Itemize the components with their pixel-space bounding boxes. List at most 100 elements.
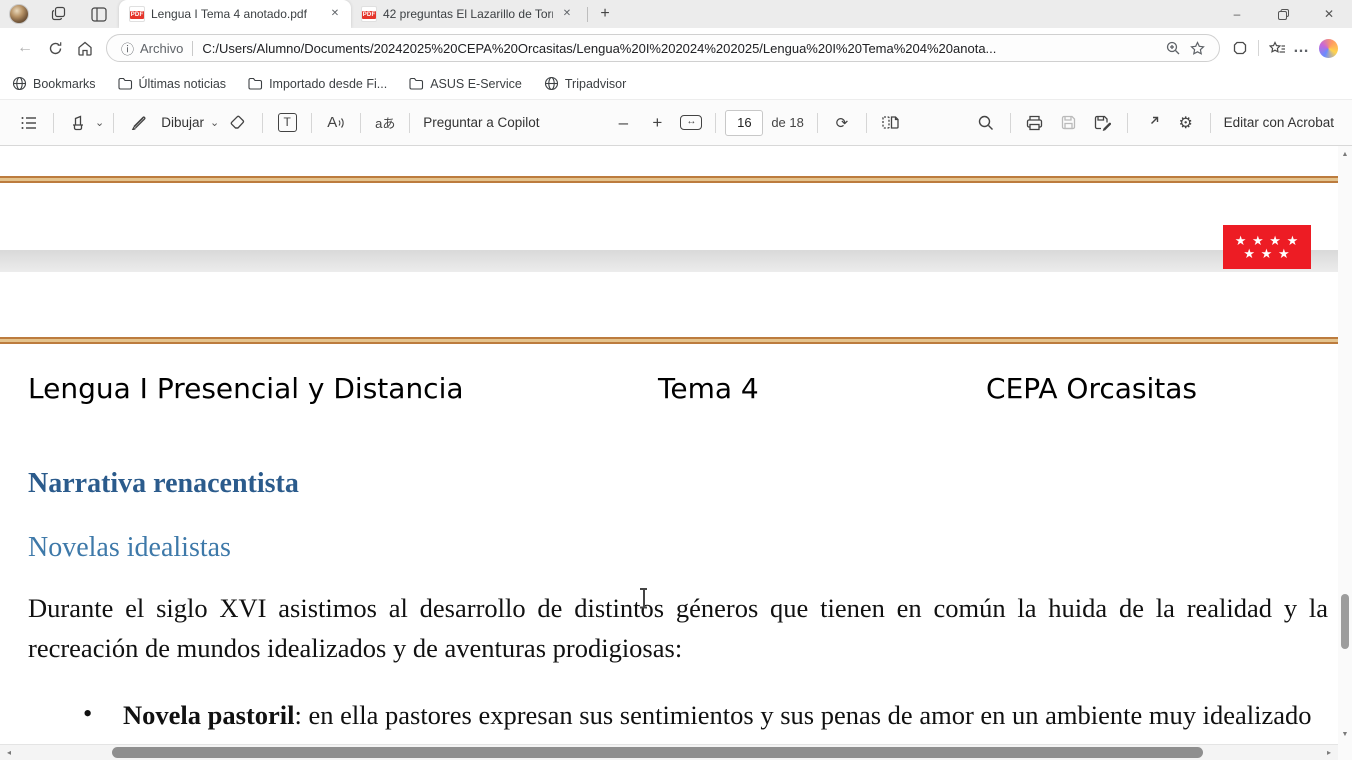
profile-avatar[interactable] [9, 4, 29, 24]
draw-dropdown-icon[interactable]: ⌄ [210, 116, 219, 129]
translate-icon[interactable]: aあ [370, 108, 400, 138]
bookmark-item[interactable]: Bookmarks [12, 76, 96, 91]
add-text-icon[interactable]: T [272, 108, 302, 138]
workspaces-icon[interactable] [46, 3, 72, 25]
scheme-label: Archivo [140, 40, 184, 56]
pdf-toolbar-left: ⌄ Dibujar ⌄ T A aあ Preguntar a Copilot [14, 108, 544, 138]
scrollbar-corner [1338, 744, 1352, 760]
bookmark-label: Importado desde Fi... [269, 76, 388, 91]
madrid-flag-logo: ★ ★ ★ ★ ★ ★ ★ [1223, 225, 1311, 269]
extension-icon[interactable] [1228, 36, 1252, 60]
url-text[interactable]: C:/Users/Alumno/Documents/20242025%20CEP… [202, 41, 1161, 56]
highlighter-icon[interactable] [63, 108, 93, 138]
browser-window: PDF Lengua I Tema 4 anotado.pdf ✕ PDF 42… [0, 0, 1352, 760]
doc-header-left: Lengua I Presencial y Distancia [28, 372, 464, 405]
bookmark-label: ASUS E-Service [430, 76, 522, 91]
fullscreen-icon[interactable] [1137, 108, 1167, 138]
save-as-icon[interactable] [1088, 108, 1118, 138]
bookmark-folder[interactable]: Últimas noticias [117, 76, 227, 91]
text-cursor-ibeam [639, 588, 648, 608]
pdf-page: Lengua I Presencial y Distancia Tema 4 C… [0, 146, 1338, 742]
refresh-icon[interactable] [40, 33, 70, 63]
read-aloud-icon[interactable]: A [321, 108, 351, 138]
zoom-page-icon[interactable] [1161, 36, 1185, 60]
print-icon[interactable] [1020, 108, 1050, 138]
minimize-button[interactable]: – [1214, 0, 1260, 28]
flag-stars-row: ★ ★ ★ [1243, 246, 1291, 261]
doc-header-right: CEPA Orcasitas [986, 372, 1197, 405]
doc-header-center: Tema 4 [658, 372, 759, 405]
scroll-right-icon[interactable]: ▸ [1322, 745, 1336, 760]
bookmark-label: Bookmarks [33, 76, 96, 91]
pdf-file-icon: PDF [361, 6, 377, 22]
pdf-content-area: Lengua I Presencial y Distancia Tema 4 C… [0, 146, 1352, 760]
edit-with-acrobat-button[interactable]: Editar con Acrobat [1220, 115, 1338, 130]
scroll-left-icon[interactable]: ◂ [2, 745, 16, 760]
eraser-icon[interactable] [223, 108, 253, 138]
save-icon[interactable] [1054, 108, 1084, 138]
page-rule-header [0, 337, 1338, 344]
bookmark-folder[interactable]: ASUS E-Service [409, 77, 522, 91]
rotate-icon[interactable]: ⟳ [827, 108, 857, 138]
tab-title: Lengua I Tema 4 anotado.pdf [151, 7, 307, 21]
draw-pen-icon[interactable] [123, 108, 153, 138]
page-gap [0, 250, 1338, 272]
page-view-icon[interactable] [876, 108, 906, 138]
vertical-scroll-thumb[interactable] [1341, 594, 1349, 649]
close-tab-icon[interactable]: ✕ [327, 6, 343, 22]
doc-paragraph: Durante el siglo XVI asistimos al desarr… [28, 593, 1328, 663]
bookmark-label: Tripadvisor [564, 76, 627, 91]
address-toolbar: ← ⓘ Archivo C:/Users/Alumno/Documents/20… [0, 28, 1352, 68]
close-tab-icon[interactable]: ✕ [559, 6, 575, 22]
fit-to-width-icon[interactable]: ↔ [676, 108, 706, 138]
doc-bullet-item: • Novela pastoril: en ella pastores expr… [28, 695, 1330, 742]
doc-heading: Narrativa renacentista [28, 468, 299, 499]
vertical-scrollbar[interactable]: ▲ ▼ [1338, 146, 1352, 760]
more-menu-icon[interactable]: … [1289, 36, 1313, 60]
home-icon[interactable] [70, 33, 100, 63]
toolbar-separator [1258, 40, 1259, 56]
pdf-toolbar: ⌄ Dibujar ⌄ T A aあ Preguntar a Copilot – [0, 100, 1352, 146]
browser-tab[interactable]: PDF 42 preguntas El Lazarillo de Torm ✕ [351, 0, 583, 28]
bookmark-label: Últimas noticias [138, 76, 227, 91]
horizontal-scrollbar[interactable]: ◂ ▸ [0, 744, 1338, 760]
page-number-input[interactable] [725, 109, 764, 136]
scroll-up-icon[interactable]: ▲ [1338, 148, 1352, 162]
favorite-star-icon[interactable] [1185, 36, 1209, 60]
settings-gear-icon[interactable]: ⚙ [1171, 108, 1201, 138]
pdf-toolbar-center: – + ↔ de 18 ⟳ [608, 108, 906, 138]
window-controls: – ✕ [1214, 0, 1352, 28]
page-rule-top [0, 176, 1338, 183]
highlighter-dropdown-icon[interactable]: ⌄ [95, 116, 104, 129]
copilot-icon[interactable] [1319, 38, 1338, 58]
tab-bar: PDF Lengua I Tema 4 anotado.pdf ✕ PDF 42… [0, 0, 1352, 28]
address-bar[interactable]: ⓘ Archivo C:/Users/Alumno/Documents/2024… [106, 34, 1220, 62]
bookmark-item[interactable]: Tripadvisor [544, 76, 626, 91]
back-icon[interactable]: ← [10, 33, 40, 63]
bookmark-folder[interactable]: Importado desde Fi... [248, 77, 387, 91]
address-right-actions: … [1228, 36, 1342, 60]
browser-tab[interactable]: PDF Lengua I Tema 4 anotado.pdf ✕ [119, 0, 351, 28]
page-total-label: de 18 [771, 115, 804, 130]
search-icon[interactable] [971, 108, 1001, 138]
bullet-marker: • [83, 698, 93, 728]
bullet-term: Novela pastoril [123, 700, 295, 730]
bullet-text: : en ella pastores expresan sus sentimie… [123, 700, 1312, 742]
zoom-in-icon[interactable]: + [642, 108, 672, 138]
draw-label[interactable]: Dibujar [157, 115, 208, 130]
pdf-toolbar-right: ⚙ Editar con Acrobat [971, 108, 1338, 138]
doc-subheading: Novelas idealistas [28, 532, 231, 563]
zoom-out-icon[interactable]: – [608, 108, 638, 138]
ask-copilot-button[interactable]: Preguntar a Copilot [419, 115, 543, 130]
tab-title: 42 preguntas El Lazarillo de Torm [383, 7, 553, 21]
favorites-bar-icon[interactable] [1265, 36, 1289, 60]
new-tab-button[interactable]: + [592, 2, 618, 26]
table-of-contents-icon[interactable] [14, 108, 44, 138]
page-info-icon[interactable]: ⓘ [121, 39, 134, 58]
restore-button[interactable] [1260, 0, 1306, 28]
tab-actions-icon[interactable] [86, 3, 112, 25]
pdf-file-icon: PDF [129, 6, 145, 22]
scroll-down-icon[interactable]: ▼ [1338, 728, 1352, 742]
horizontal-scroll-thumb[interactable] [112, 747, 1203, 758]
close-window-button[interactable]: ✕ [1306, 0, 1352, 28]
